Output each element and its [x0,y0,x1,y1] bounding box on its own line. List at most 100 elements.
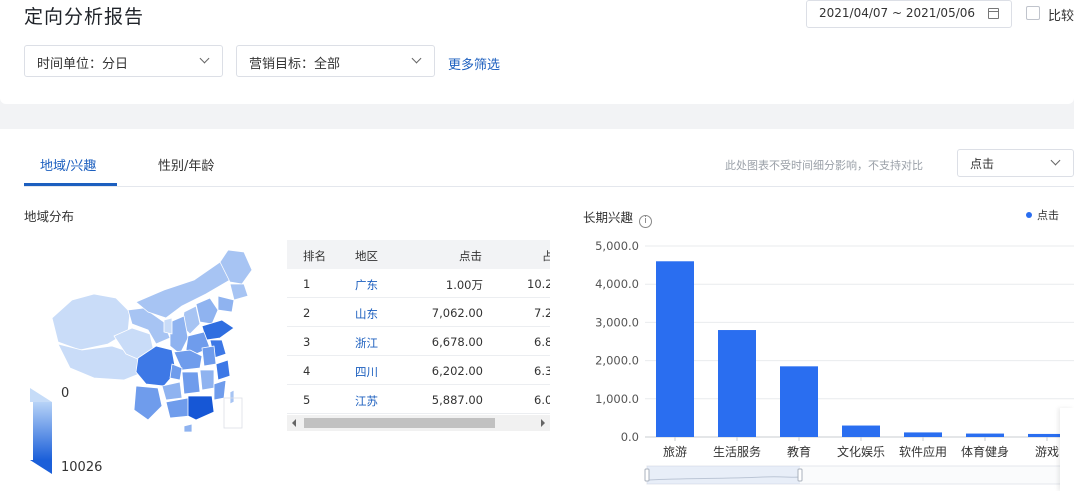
table-row: 3 浙江 6,678.00 6.8 [287,327,550,356]
map-zhejiang [215,359,231,381]
marketing-goal-select[interactable]: 营销目标：全部 [236,45,435,77]
row-share: 6.34 [534,364,550,378]
chevron-down-icon [1050,155,1061,166]
legend-top-marker [30,388,52,402]
col-clicks: 点击 [459,249,482,263]
tab-note: 此处图表不受时间细分影响，不支持对比 [725,159,923,172]
map-jilin [229,283,249,301]
interest-title-text: 长期兴趣 [583,210,634,225]
y-tick-label: 2,000.0 [595,354,639,368]
region-table: 排名 地区 点击 占 1 广东 1.00万 10.24 2 山东 7,062.0… [287,240,550,430]
y-tick-label: 4,000.0 [595,277,639,291]
zoom-slider-handle[interactable] [644,468,650,482]
chevron-down-icon [199,53,210,64]
map-legend-gradient [30,402,52,460]
x-tick-label: 文化娱乐 [837,444,885,459]
info-icon[interactable]: i [639,215,653,228]
scroll-left-icon[interactable] [292,419,296,427]
interest-section-title: 长期兴趣 i [583,207,653,228]
x-tick-label: 旅游 [663,445,687,459]
row-rank: 4 [303,364,311,378]
scrollbar-thumb[interactable] [304,418,495,428]
row-clicks: 5,887.00 [431,393,483,407]
table-row: 5 江苏 5,887.00 6.0 [287,385,550,414]
date-range-picker[interactable]: 2021/04/07 ~ 2021/05/06 [806,0,1012,28]
x-tick-label: 软件应用 [899,444,947,459]
bar[interactable] [656,261,694,437]
legend-label: 点击 [1037,209,1059,222]
time-unit-select[interactable]: 时间单位：分日 [24,45,223,77]
page-title: 定向分析报告 [24,6,145,28]
map-hainan [183,423,193,433]
y-tick-label: 0.0 [621,430,639,444]
table-horizontal-scrollbar[interactable] [287,415,550,431]
map-jiangxi [199,369,215,391]
chart-legend[interactable]: 点击 [1026,207,1059,223]
row-region-link[interactable]: 山东 [355,306,378,322]
legend-max-value: 10026 [61,460,103,475]
row-region-link[interactable]: 广东 [355,277,378,293]
filter-card: 定向分析报告 2021/04/07 ~ 2021/05/06 比较 时间单位：分… [0,0,1074,104]
row-clicks: 1.00万 [445,278,483,292]
row-share: 6.8 [534,335,550,349]
bar[interactable] [718,330,756,437]
chevron-down-icon [411,53,422,64]
col-region: 地区 [355,249,378,263]
row-share: 10.24 [527,277,550,291]
region-table-header: 排名 地区 点击 占 [287,240,550,269]
row-clicks: 6,678.00 [431,335,483,349]
map-yunnan [133,385,163,421]
map-guangdong [187,395,215,421]
compare-checkbox[interactable] [1026,6,1040,20]
col-share: 占 [542,249,550,263]
row-rank: 5 [303,393,311,407]
bar[interactable] [780,366,818,437]
row-region-link[interactable]: 浙江 [355,335,378,351]
table-row: 2 山东 7,062.00 7.2 [287,298,550,327]
map-anhui [201,345,217,367]
x-tick-label: 生活服务 [713,444,761,459]
scroll-edge-overlay [1060,408,1074,491]
row-rank: 3 [303,335,311,349]
row-region-link[interactable]: 江苏 [355,393,378,409]
time-unit-value: 时间单位：分日 [37,57,129,72]
x-tick-label: 游戏 [1035,445,1059,459]
row-rank: 1 [303,277,311,291]
map-taiwan [229,389,235,405]
metric-select[interactable]: 点击 [957,149,1074,177]
bar[interactable] [966,433,1004,437]
y-tick-label: 3,000.0 [595,315,639,329]
table-row: 4 四川 6,202.00 6.34 [287,356,550,385]
map-guangxi [165,397,191,419]
calendar-icon [988,8,999,19]
interest-bar-chart: 5,000.0 4,000.0 3,000.0 2,000.0 1,000.0 0.0 旅游… [595,239,1074,485]
map-hunan [181,371,201,395]
date-range-value: 2021/04/07 ~ 2021/05/06 [819,6,976,20]
metric-select-value: 点击 [970,157,995,171]
map-ningxia [163,317,173,335]
row-share: 6.0 [534,393,550,407]
row-clicks: 6,202.00 [431,364,483,378]
marketing-goal-value: 营销目标：全部 [249,57,341,72]
scroll-right-icon[interactable] [541,419,545,427]
x-tick-label: 教育 [787,444,811,459]
row-rank: 2 [303,306,311,320]
table-row: 1 广东 1.00万 10.24 [287,269,550,298]
bar[interactable] [842,425,880,437]
row-region-link[interactable]: 四川 [355,364,378,380]
row-clicks: 7,062.00 [431,306,483,320]
y-tick-label: 5,000.0 [595,239,639,253]
zoom-slider-handle[interactable] [797,468,803,482]
x-tick-label: 体育健身 [961,444,1009,459]
map-liaoning [217,295,235,313]
compare-label: 比较 [1048,9,1074,24]
legend-dot-icon [1026,212,1032,218]
row-share: 7.2 [534,306,550,320]
legend-bottom-marker [30,460,52,474]
region-map[interactable] [24,140,264,440]
more-filters-link[interactable]: 更多筛选 [448,54,500,73]
bar[interactable] [904,432,942,437]
y-tick-label: 1,000.0 [595,392,639,406]
map-shaanxi [169,315,189,355]
zoom-slider-window[interactable] [647,466,800,484]
